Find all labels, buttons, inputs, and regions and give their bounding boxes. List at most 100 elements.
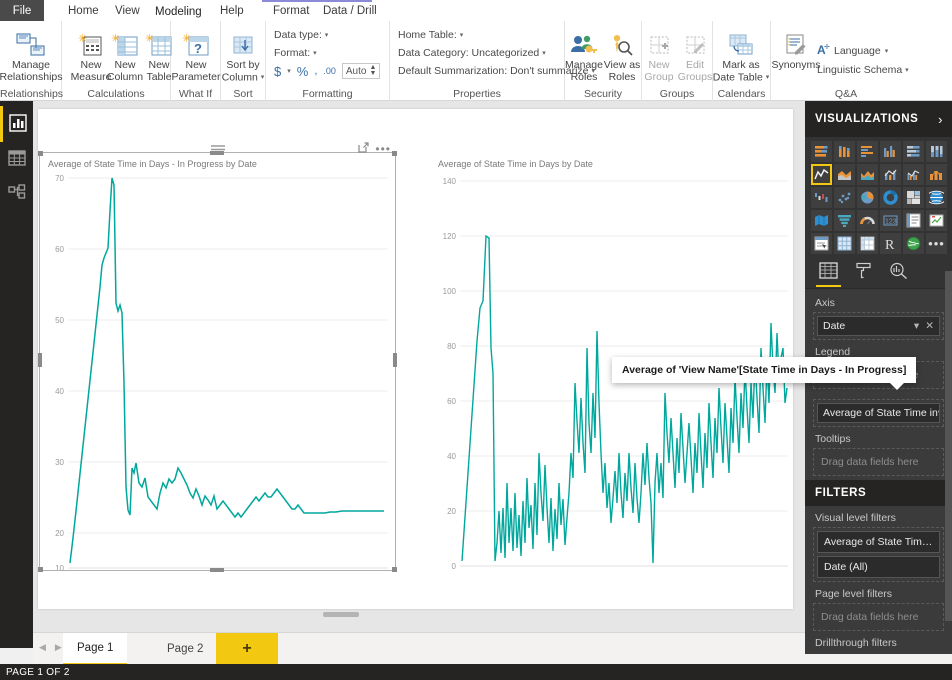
clustered-bar-chart-icon[interactable] xyxy=(857,141,878,162)
decimal-places-stepper[interactable]: Auto ▲ ▼ xyxy=(341,63,381,79)
gauge-icon[interactable] xyxy=(857,210,878,231)
treemap-icon[interactable] xyxy=(903,187,924,208)
ribbon-tab-help[interactable]: Help xyxy=(210,0,254,21)
view-as-roles-button[interactable]: View as Roles xyxy=(603,24,641,83)
language-row[interactable]: A ✛ Language ▾ xyxy=(817,43,888,59)
r-script-visual-icon[interactable]: R xyxy=(880,233,901,254)
arcgis-map-icon[interactable] xyxy=(903,233,924,254)
linguistic-schema-row[interactable]: Linguistic Schema ▾ xyxy=(817,64,909,76)
format-row[interactable]: Format: ▾ xyxy=(274,47,317,59)
ribbon-tab-modeling[interactable]: Modeling xyxy=(145,0,212,21)
thousands-separator-button[interactable]: , xyxy=(314,65,317,77)
kpi-icon[interactable] xyxy=(926,210,947,231)
more-options-icon[interactable]: ••• xyxy=(375,143,391,155)
linguistic-schema-caret-icon[interactable]: ▾ xyxy=(905,67,909,74)
sort-by-column-button[interactable]: Sort by Column ▾ xyxy=(218,24,268,84)
mark-as-date-table-button[interactable]: Mark as Date Table ▾ xyxy=(713,24,769,84)
sidebar-item-model-view[interactable] xyxy=(0,176,33,212)
stacked-area-chart-icon[interactable] xyxy=(857,164,878,185)
line-clustered-column-chart-icon[interactable] xyxy=(903,164,924,185)
chevron-down-icon[interactable]: ▾ xyxy=(938,407,939,419)
manage-relationships-button[interactable]: Manage Relationships xyxy=(0,24,63,83)
sidebar-item-data-view[interactable] xyxy=(0,141,33,177)
manage-roles-button[interactable]: Manage Roles xyxy=(565,24,603,83)
synonyms-button[interactable]: Synonyms xyxy=(771,24,821,72)
ribbon-tab-view[interactable]: View xyxy=(105,0,150,21)
matrix-icon[interactable] xyxy=(857,233,878,254)
resize-handle-bottom-left[interactable] xyxy=(38,567,43,572)
ribbon-tab-home[interactable]: Home xyxy=(58,0,109,21)
page-tab-page-1[interactable]: Page 1 xyxy=(63,633,128,665)
resize-handle-top-right[interactable] xyxy=(392,151,397,156)
ribbon-tab-file[interactable]: File xyxy=(0,0,44,21)
pie-chart-icon[interactable] xyxy=(857,187,878,208)
home-table-caret-icon[interactable]: ▾ xyxy=(460,32,464,39)
scatter-chart-icon[interactable] xyxy=(834,187,855,208)
resize-handle-bottom-right[interactable] xyxy=(392,567,397,572)
format-caret-icon[interactable]: ▾ xyxy=(313,50,317,57)
decimal-places-button[interactable]: .00 xyxy=(323,66,336,76)
resize-handle-left[interactable] xyxy=(38,353,42,367)
analytics-tab[interactable] xyxy=(889,262,908,286)
multi-row-card-icon[interactable] xyxy=(903,210,924,231)
waterfall-chart-icon[interactable] xyxy=(811,187,832,208)
next-page-icon[interactable]: ▶ xyxy=(55,642,62,653)
100-stacked-column-chart-icon[interactable] xyxy=(926,141,947,162)
right-pane-scrollbar[interactable] xyxy=(945,271,952,621)
currency-button[interactable]: $ xyxy=(274,64,281,79)
card-icon[interactable]: 123 xyxy=(880,210,901,231)
funnel-icon[interactable] xyxy=(834,210,855,231)
percent-button[interactable]: % xyxy=(297,64,309,79)
resize-handle-top-left[interactable] xyxy=(38,151,43,156)
line-stacked-column-chart-icon[interactable] xyxy=(880,164,901,185)
currency-caret-icon[interactable]: ▾ xyxy=(287,67,291,75)
donut-chart-icon[interactable] xyxy=(880,187,901,208)
language-caret-icon[interactable]: ▾ xyxy=(885,47,889,55)
new-parameter-button[interactable]: ? ✳ New Parameter xyxy=(171,24,221,83)
clustered-column-chart-icon[interactable] xyxy=(880,141,901,162)
stacked-bar-chart-icon[interactable] xyxy=(811,141,832,162)
table-icon[interactable] xyxy=(834,233,855,254)
100-stacked-bar-chart-icon[interactable] xyxy=(903,141,924,162)
prev-page-icon[interactable]: ◀ xyxy=(39,642,46,653)
add-page-button[interactable]: + xyxy=(216,633,278,665)
data-category-caret-icon[interactable]: ▾ xyxy=(542,50,546,57)
slicer-icon[interactable] xyxy=(811,233,832,254)
page-tab-page-2[interactable]: Page 2 xyxy=(153,633,217,665)
ribbon-tab-format[interactable]: Format xyxy=(263,0,319,21)
field-pill-date[interactable]: Date ▾ ✕ xyxy=(817,316,940,336)
visual-line-chart-in-progress[interactable]: ••• Average of State Time in Days - In P… xyxy=(38,142,402,606)
well-values[interactable]: Average of State Time in ▾ ✕ xyxy=(813,399,944,427)
data-type-caret-icon[interactable]: ▾ xyxy=(325,32,329,39)
field-pill-average-state-time[interactable]: Average of State Time in ▾ ✕ xyxy=(817,403,940,423)
area-chart-icon[interactable] xyxy=(834,164,855,185)
edit-groups-button[interactable]: Edit Groups xyxy=(676,24,714,83)
stacked-column-chart-icon[interactable] xyxy=(834,141,855,162)
data-type-row[interactable]: Data type: ▾ xyxy=(274,29,328,41)
canvas-horizontal-scrollbar[interactable] xyxy=(323,612,359,617)
filter-card-average-state-time[interactable]: Average of State Time in ... xyxy=(817,531,940,553)
resize-handle-top[interactable] xyxy=(210,151,224,155)
well-axis[interactable]: Date ▾ ✕ xyxy=(813,312,944,340)
filled-map-icon[interactable] xyxy=(811,210,832,231)
remove-field-icon[interactable]: ✕ xyxy=(925,320,934,332)
visual-level-filters-box[interactable]: Average of State Time in ... Date (All) xyxy=(813,527,944,582)
resize-handle-right[interactable] xyxy=(393,353,397,367)
ribbon-tab-data-drill[interactable]: Data / Drill xyxy=(313,0,387,21)
more-visuals-icon[interactable]: ••• xyxy=(926,233,947,254)
stepper-arrows-icon[interactable]: ▲ ▼ xyxy=(369,64,376,77)
home-table-row[interactable]: Home Table: ▾ xyxy=(398,29,463,41)
data-category-row[interactable]: Data Category: Uncategorized ▾ xyxy=(398,47,546,59)
fields-tab[interactable] xyxy=(816,261,841,287)
sidebar-item-report-view[interactable] xyxy=(0,106,33,142)
filter-card-date[interactable]: Date (All) xyxy=(817,556,940,578)
chevron-right-icon[interactable]: › xyxy=(938,112,943,127)
line-chart-icon[interactable] xyxy=(811,164,832,185)
map-icon[interactable] xyxy=(926,187,947,208)
chevron-down-icon[interactable]: ▾ xyxy=(914,320,919,332)
well-tooltips[interactable]: Drag data fields here xyxy=(813,448,944,476)
new-group-button[interactable]: New Group xyxy=(640,24,678,83)
focus-mode-icon[interactable] xyxy=(358,142,369,156)
page-level-filters-box[interactable]: Drag data fields here xyxy=(813,603,944,631)
resize-handle-bottom[interactable] xyxy=(210,568,224,572)
